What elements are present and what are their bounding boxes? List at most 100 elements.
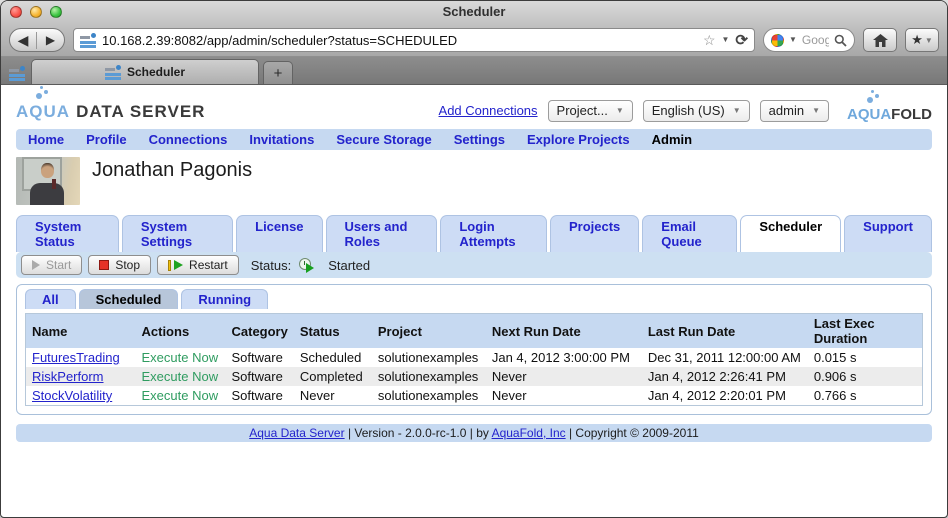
magnifier-icon[interactable] [834,34,847,47]
bookmarks-star-icon: ★ [911,32,923,47]
job-last-run: Jan 4, 2012 2:20:01 PM [647,388,786,403]
forward-button[interactable]: ▶ [37,33,64,47]
tab-login-attempts[interactable]: Login Attempts [440,215,547,252]
col-project: Project [371,313,486,348]
stop-icon [99,260,110,270]
tab-system-status[interactable]: System Status [16,215,119,252]
account-select[interactable]: admin ▼ [759,99,829,122]
nav-connections[interactable]: Connections [149,132,228,147]
nav-secure-storage[interactable]: Secure Storage [336,132,431,147]
job-name-link[interactable]: FuturesTrading [32,350,120,365]
status-label: Status: [250,257,292,273]
search-box[interactable]: ▼ Goog [763,28,855,52]
url-bar[interactable]: ☆ ▼ ⟳ [73,28,755,52]
search-engine-caret-icon[interactable]: ▼ [789,36,797,44]
search-input[interactable]: Goog [802,33,829,47]
col-category: Category [225,313,294,348]
tab-email-queue[interactable]: Email Queue [642,215,738,252]
col-last-exec-duration: Last Exec Duration [807,313,923,348]
stop-label: Stop [115,258,141,272]
site-footer: Aqua Data Server | Version - 2.0.0-rc-1.… [16,424,932,442]
google-icon [771,33,784,47]
back-button[interactable]: ◀ [10,31,37,49]
job-status: Never [299,388,335,403]
site-header: AQUA DATA SERVER Add Connections Project.… [2,86,946,123]
nav-admin[interactable]: Admin [652,132,692,147]
reload-icon[interactable]: ⟳ [735,31,748,49]
aquafold-rest-text: FOLD [891,106,932,123]
start-icon [32,260,40,270]
window-title: Scheduler [442,4,506,19]
status-running-icon [299,257,315,273]
tab-strip: Scheduler + [1,57,947,85]
tab-projects[interactable]: Projects [549,215,640,252]
aquafold-logo: AQUAFOLD [847,90,932,123]
view-tab-running[interactable]: Running [181,289,269,309]
titlebar[interactable]: Scheduler [1,1,947,23]
table-row: FuturesTrading Execute Now Software Sche… [26,348,923,367]
tab-users-and-roles[interactable]: Users and Roles [325,215,438,252]
footer-version-text: | Version - 2.0.0-rc-1.0 | by [344,426,492,440]
job-next-run: Never [485,367,642,386]
page-content: AQUA DATA SERVER Add Connections Project.… [2,86,946,516]
status-value: Started [328,257,371,273]
project-select-value: Project... [556,103,608,118]
account-select-value: admin [768,103,805,118]
nav-explore-projects[interactable]: Explore Projects [527,132,630,147]
bookmark-star-icon[interactable]: ☆ [703,33,716,47]
tab-strip-icon[interactable] [9,66,25,81]
job-name-link[interactable]: StockVolatility [32,388,112,403]
tab-scheduler[interactable]: Scheduler [740,215,842,252]
zoom-window-button[interactable] [50,6,62,18]
table-header-row: Name Actions Category Status Project Nex… [25,313,923,348]
language-caret-icon: ▼ [732,106,741,115]
view-tab-all[interactable]: All [25,289,76,309]
jobs-table: Name Actions Category Status Project Nex… [25,313,923,406]
restart-button[interactable]: Restart [157,255,239,275]
tab-support[interactable]: Support [844,215,932,252]
browser-toolbar: ◀ ▶ ☆ ▼ ⟳ ▼ Goog [1,23,947,57]
minimize-window-button[interactable] [30,6,42,18]
url-input[interactable] [102,32,697,48]
browser-tab-scheduler[interactable]: Scheduler [31,59,259,84]
job-status: Scheduled [299,350,362,365]
footer-aquafold-link[interactable]: AquaFold, Inc [492,426,566,440]
start-button[interactable]: Start [21,255,83,275]
execute-now-link[interactable]: Execute Now [142,388,219,403]
nav-home[interactable]: Home [28,132,64,147]
stop-button[interactable]: Stop [88,255,152,275]
language-select[interactable]: English (US) ▼ [642,99,750,122]
main-nav: Home Profile Connections Invitations Sec… [16,129,932,150]
admin-tabs: System Status System Settings License Us… [16,215,932,252]
start-label: Start [46,258,72,272]
execute-now-link[interactable]: Execute Now [142,369,219,384]
col-last-run-date: Last Run Date [641,313,808,348]
account-caret-icon: ▼ [812,106,820,115]
bookmarks-caret-icon: ▼ [924,35,933,45]
tab-license[interactable]: License [236,215,323,252]
view-tab-scheduled[interactable]: Scheduled [78,289,179,309]
job-name-link[interactable]: RiskPerform [32,369,104,384]
project-select[interactable]: Project... ▼ [547,99,633,122]
home-button[interactable] [863,28,897,52]
close-window-button[interactable] [10,6,22,18]
execute-now-link[interactable]: Execute Now [142,350,219,365]
language-select-value: English (US) [651,103,725,118]
nav-settings[interactable]: Settings [454,132,505,147]
new-tab-button[interactable]: + [263,61,293,84]
col-next-run-date: Next Run Date [485,313,642,348]
aquafold-aqua-text: AQUA [847,106,892,123]
add-connections-link[interactable]: Add Connections [439,103,538,118]
table-row: RiskPerform Execute Now Software Complet… [25,367,923,386]
url-dropdown-icon[interactable]: ▼ [722,36,730,44]
tab-system-settings[interactable]: System Settings [121,215,234,252]
nav-profile[interactable]: Profile [86,132,126,147]
footer-ads-link[interactable]: Aqua Data Server [249,426,344,440]
nav-invitations[interactable]: Invitations [249,132,314,147]
logo-aqua-text: AQUA [16,102,71,121]
bookmarks-menu-button[interactable]: ★ ▼ [905,28,939,52]
logo-rest-text: DATA SERVER [76,102,206,121]
browser-window: Scheduler ◀ ▶ ☆ ▼ ⟳ ▼ Goog [0,0,948,518]
job-status: Completed [293,367,372,386]
view-tabs: All Scheduled Running [25,285,923,309]
